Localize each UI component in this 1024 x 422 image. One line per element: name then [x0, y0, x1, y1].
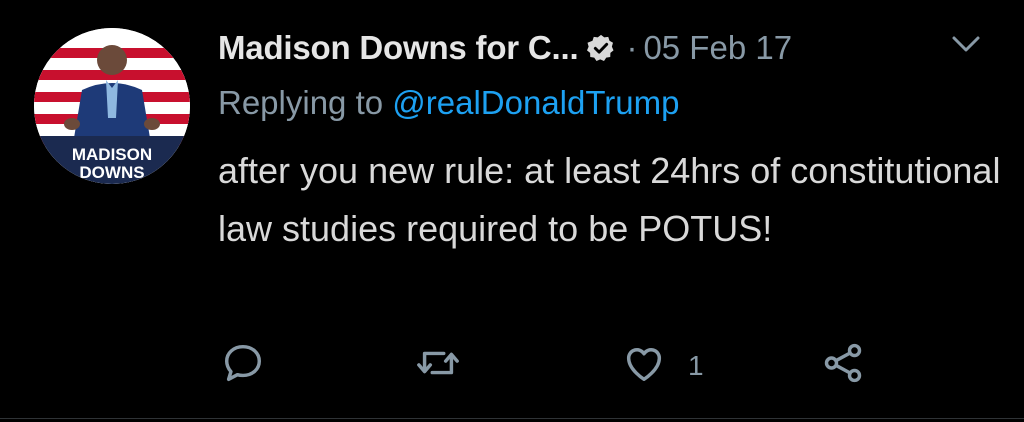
share-icon	[820, 340, 866, 391]
tweet-date[interactable]: 05 Feb 17	[643, 29, 792, 67]
tweet-text: after you new rule: at least 24hrs of co…	[218, 150, 1001, 249]
avatar-text-line2: DOWNS	[79, 163, 144, 182]
retweet-button[interactable]	[414, 340, 462, 391]
author-name[interactable]: Madison Downs for C...	[218, 29, 579, 67]
divider	[0, 418, 1024, 419]
retweet-icon	[414, 340, 462, 391]
share-button[interactable]	[820, 340, 866, 391]
mention-link[interactable]: @realDonaldTrump	[392, 84, 679, 121]
header-separator: ·	[626, 29, 638, 66]
avatar[interactable]: MADISON DOWNS	[34, 28, 190, 184]
replying-prefix: Replying to	[218, 84, 393, 121]
reply-icon	[220, 340, 266, 391]
heart-icon	[620, 340, 668, 391]
reply-button[interactable]	[220, 340, 266, 391]
tweet-header: Madison Downs for C... · 05 Feb 17	[218, 26, 792, 70]
avatar-text-line1: MADISON	[72, 145, 152, 164]
verified-badge-icon	[586, 33, 616, 63]
like-count: 1	[688, 349, 704, 381]
chevron-down-icon[interactable]	[948, 30, 984, 65]
like-button[interactable]: 1	[620, 340, 704, 391]
replying-to: Replying to @realDonaldTrump	[218, 84, 680, 122]
